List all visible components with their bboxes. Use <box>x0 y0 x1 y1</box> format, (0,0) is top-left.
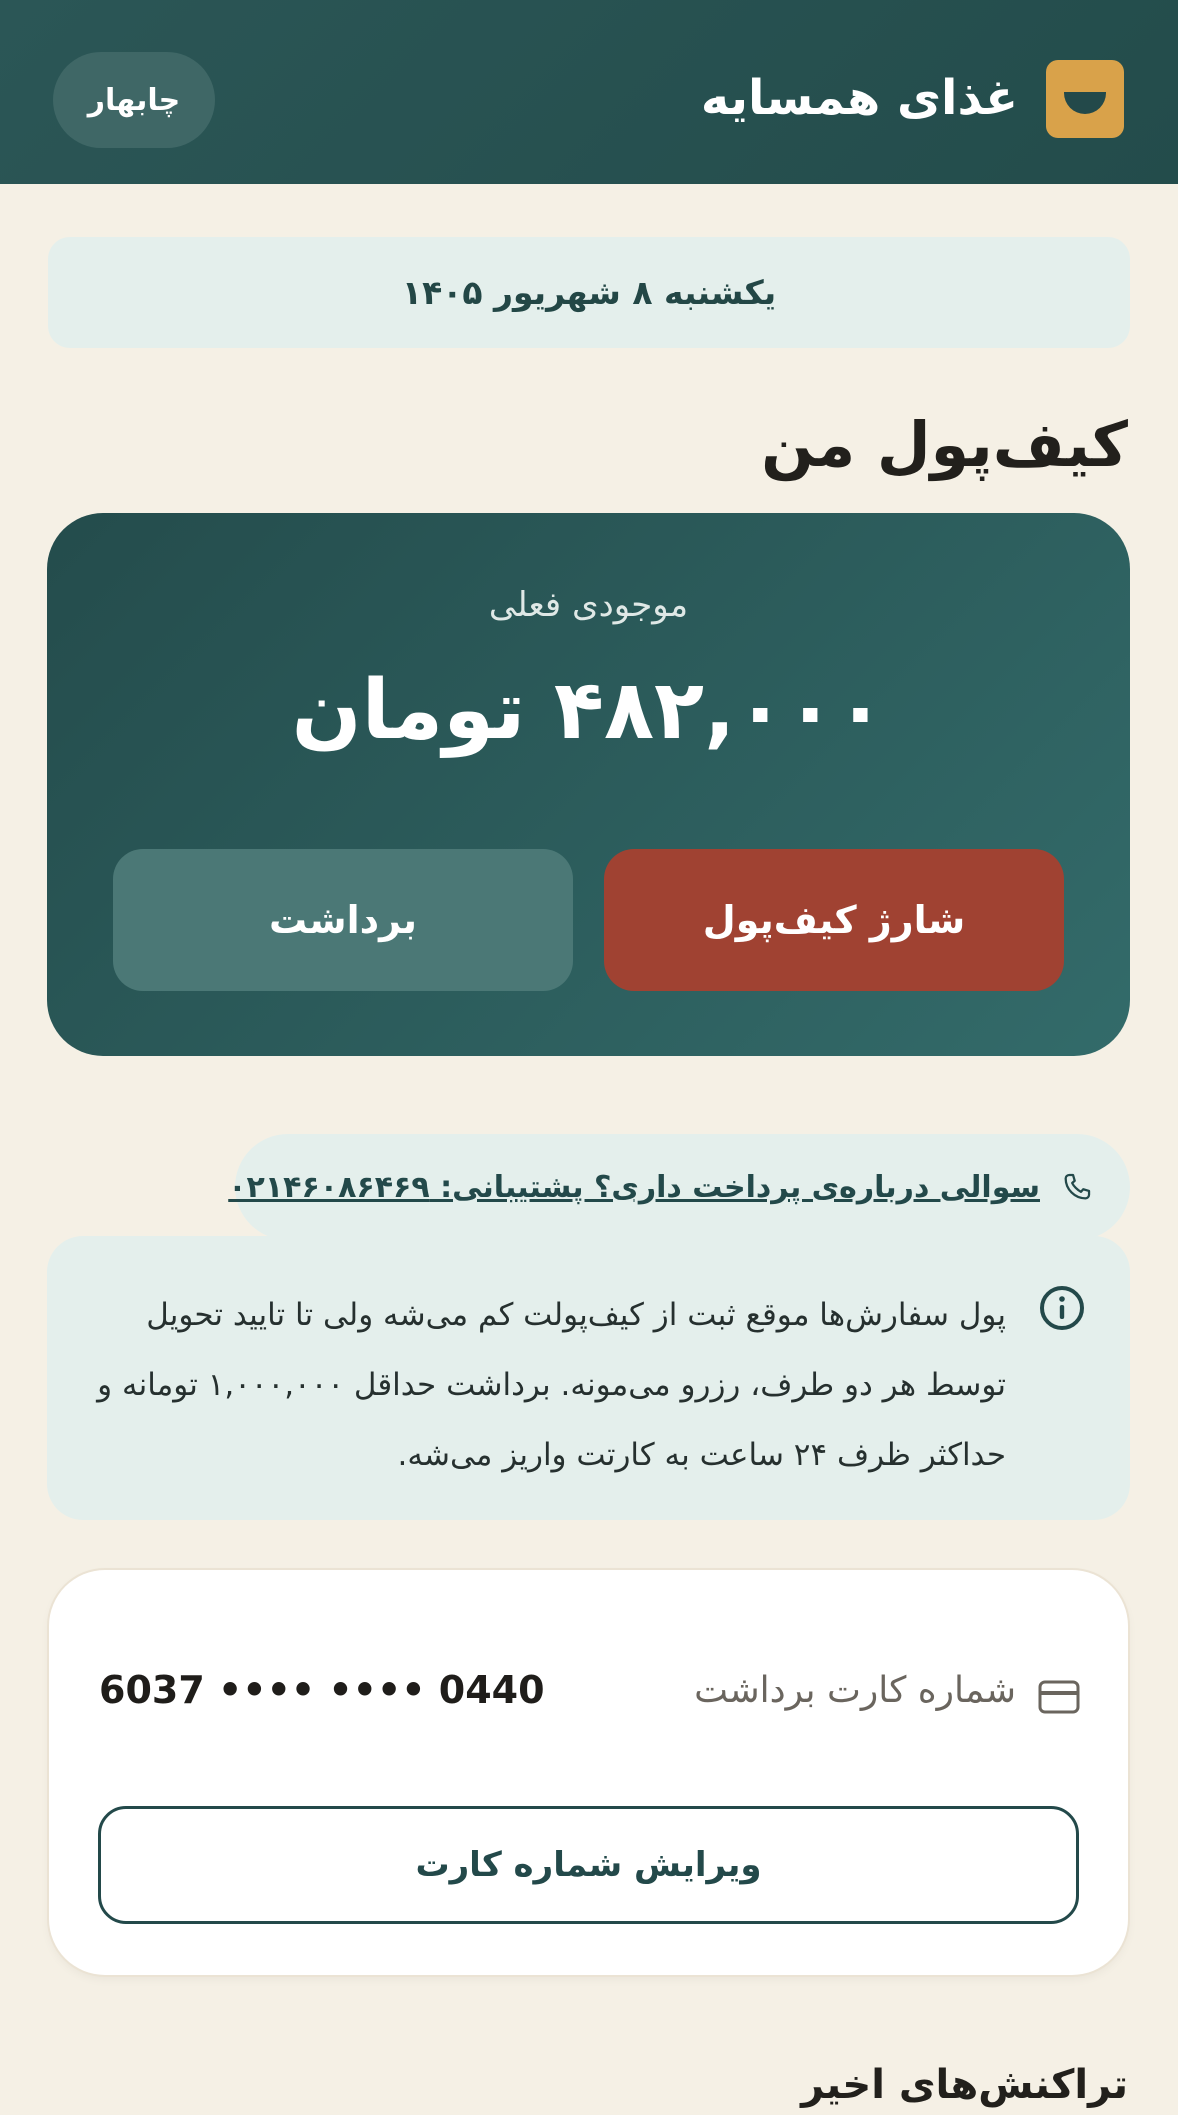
info-icon <box>1040 1286 1084 1330</box>
app-title: غذای همسایه <box>700 70 1018 126</box>
wallet-info-note: پول سفارش‌ها موقع ثبت از کیف‌پولت کم می‌… <box>47 1236 1130 1520</box>
card-number-value: 6037 •••• •••• 0440 <box>99 1668 545 1712</box>
info-text: پول سفارش‌ها موقع ثبت از کیف‌پولت کم می‌… <box>97 1297 1006 1473</box>
bowl-icon <box>1064 92 1106 114</box>
charge-wallet-button[interactable]: شارژ کیف‌پول <box>604 849 1064 991</box>
credit-card-icon <box>1038 1680 1080 1714</box>
app-header: غذای همسایه چابهار <box>0 0 1178 184</box>
support-text: سوالی درباره‌ی پرداخت داری؟ پشتیبانی: ۰۲… <box>228 1169 1040 1205</box>
edit-card-number-button[interactable]: ویرایش شماره کارت <box>98 1806 1079 1924</box>
withdraw-button[interactable]: برداشت <box>113 849 573 991</box>
payment-support-link[interactable]: سوالی درباره‌ی پرداخت داری؟ پشتیبانی: ۰۲… <box>228 1134 1130 1240</box>
card-number-label: شماره کارت برداشت <box>694 1670 1016 1711</box>
city-selector-button[interactable]: چابهار <box>53 52 215 148</box>
balance-label: موجودی فعلی <box>488 585 689 625</box>
app-logo[interactable] <box>1046 60 1124 138</box>
phone-icon <box>1064 1173 1091 1200</box>
balance-amount: ۴۸۲,۰۰۰ تومان <box>291 663 886 758</box>
recent-transactions-heading: تراکنش‌های اخیر <box>801 2062 1128 2108</box>
wallet-balance-card: موجودی فعلی ۴۸۲,۰۰۰ تومان شارژ کیف‌پول ب… <box>47 513 1130 1056</box>
withdraw-card-panel: شماره کارت برداشت 6037 •••• •••• 0440 وی… <box>49 1570 1128 1975</box>
date-banner: یکشنبه ۸ شهریور ۱۴۰۵ <box>48 237 1130 348</box>
page-title: کیف‌پول من <box>761 408 1128 481</box>
